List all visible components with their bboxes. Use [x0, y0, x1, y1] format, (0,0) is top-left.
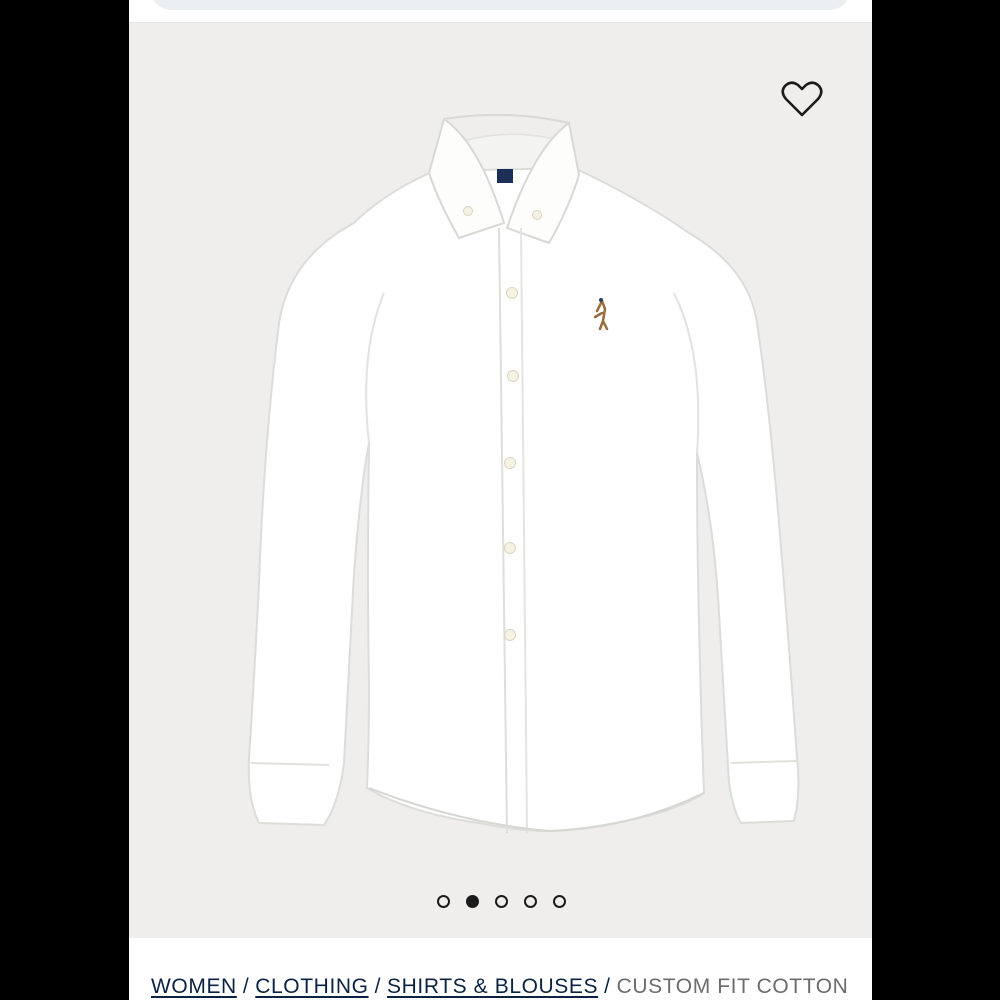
- carousel-dot[interactable]: [552, 895, 566, 908]
- breadcrumb-separator: /: [242, 975, 250, 998]
- search-bar[interactable]: [151, 0, 850, 10]
- breadcrumb-current: CUSTOM FIT COTTON: [616, 975, 849, 998]
- carousel-dot[interactable]: [523, 895, 537, 908]
- breadcrumb-clothing[interactable]: CLOTHING: [255, 975, 368, 998]
- breadcrumb-women[interactable]: WOMEN: [151, 975, 237, 998]
- carousel-dot-active[interactable]: [465, 895, 479, 908]
- breadcrumb-shirts-blouses[interactable]: SHIRTS & BLOUSES: [387, 975, 598, 998]
- breadcrumb: WOMEN / CLOTHING / SHIRTS & BLOUSES / CUSTOM F…: [151, 975, 848, 999]
- carousel-dot[interactable]: [494, 895, 508, 908]
- carousel-dot[interactable]: [436, 895, 450, 908]
- heart-outline-icon: [781, 81, 823, 117]
- wishlist-button[interactable]: [780, 79, 824, 119]
- carousel-pagination: [129, 895, 872, 915]
- breadcrumb-separator: /: [604, 975, 611, 998]
- product-image: [247, 113, 800, 834]
- breadcrumb-separator: /: [374, 975, 382, 998]
- phone-screen: WOMEN / CLOTHING / SHIRTS & BLOUSES / CUSTOM F…: [129, 0, 872, 1000]
- product-image-carousel[interactable]: [129, 23, 872, 938]
